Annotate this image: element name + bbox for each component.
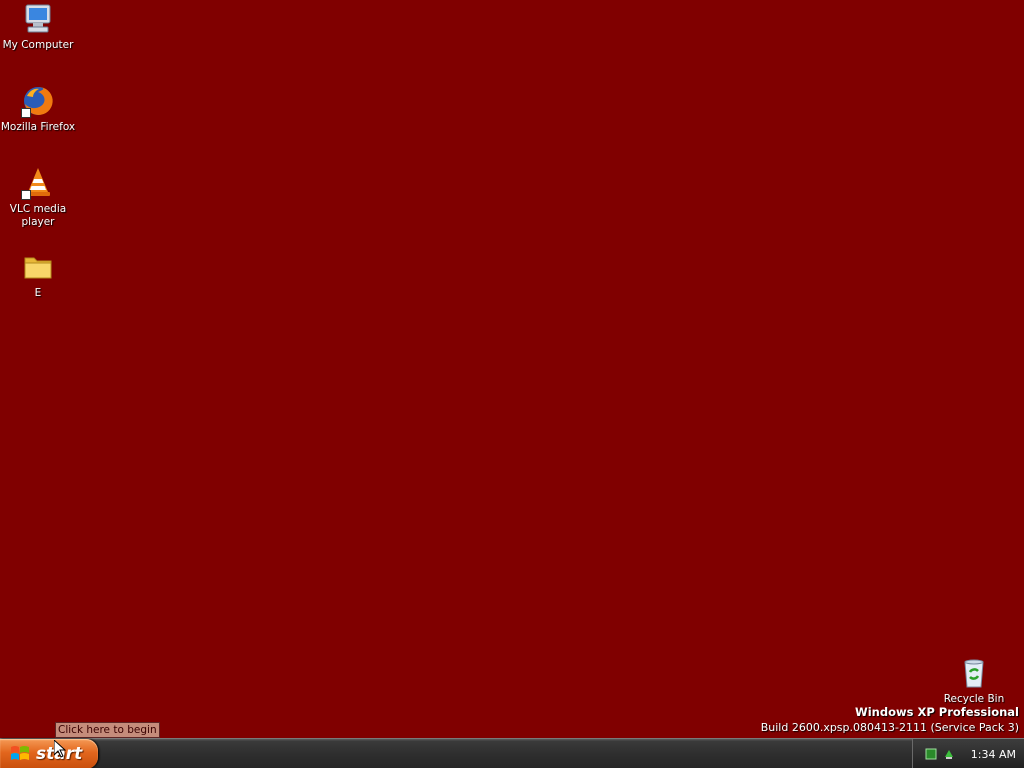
desktop-icon-firefox[interactable]: Mozilla Firefox (0, 84, 76, 134)
folder-icon (21, 250, 55, 284)
safely-remove-icon[interactable] (943, 748, 955, 760)
product-watermark: Windows XP Professional (855, 705, 1019, 719)
shortcut-arrow-icon (21, 108, 31, 118)
shortcut-arrow-icon (21, 190, 31, 200)
start-tooltip: Click here to begin (55, 722, 160, 738)
clock[interactable]: 1:34 AM (971, 748, 1016, 761)
mouse-cursor-icon (53, 738, 67, 758)
start-button[interactable]: start (0, 739, 98, 768)
build-watermark: Build 2600.xpsp.080413-2111 (Service Pac… (760, 721, 1019, 734)
firefox-icon (21, 84, 55, 118)
desktop-icon-folder-e[interactable]: E (0, 250, 76, 300)
desktop-icon-label: My Computer (2, 39, 74, 51)
system-tray: 1:34 AM (912, 739, 1024, 768)
taskbar: start 1:34 AM (0, 738, 1024, 768)
desktop-icon-label: E (34, 287, 42, 299)
windows-logo-icon (10, 744, 30, 764)
vlc-icon (21, 166, 55, 200)
computer-icon (21, 2, 55, 36)
recycle-bin-icon (957, 656, 991, 690)
desktop-icon-my-computer[interactable]: My Computer (0, 2, 76, 52)
desktop-icon-label: Mozilla Firefox (0, 121, 76, 133)
desktop-icon-vlc[interactable]: VLC media player (0, 166, 76, 229)
network-icon[interactable] (925, 748, 937, 760)
desktop-icon-label: VLC media player (9, 203, 67, 228)
desktop-icon-recycle-bin[interactable]: Recycle Bin (936, 656, 1012, 706)
